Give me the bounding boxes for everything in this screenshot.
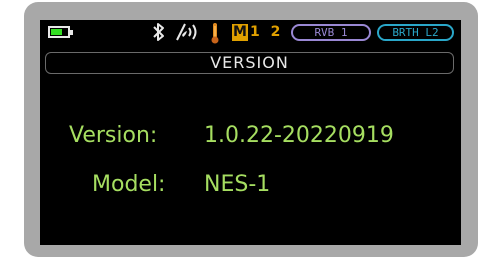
bluetooth-icon <box>153 23 164 41</box>
version-value: 1.0.22-20220919 <box>204 123 394 148</box>
model-value: NES-1 <box>204 172 271 197</box>
rvb-badge: RVB 1 <box>291 24 371 41</box>
device-screen: M 1 2 RVB 1 BRTH L2 VERSION Version: 1.0… <box>40 20 461 245</box>
memory-badge: M <box>232 24 248 41</box>
battery-icon <box>48 26 70 38</box>
battery-tip <box>70 30 73 35</box>
page-title: VERSION <box>210 53 289 72</box>
wireless-wave-icon <box>176 23 197 41</box>
memory-numbers: 1 2 <box>250 24 284 40</box>
thermometer-icon <box>211 23 219 44</box>
brth-badge: BRTH L2 <box>377 24 454 41</box>
version-label: Version: <box>69 123 158 148</box>
title-bar: VERSION <box>45 52 454 74</box>
battery-level-fill <box>51 29 62 35</box>
status-bar: M 1 2 RVB 1 BRTH L2 <box>40 20 461 46</box>
model-label: Model: <box>92 172 166 197</box>
